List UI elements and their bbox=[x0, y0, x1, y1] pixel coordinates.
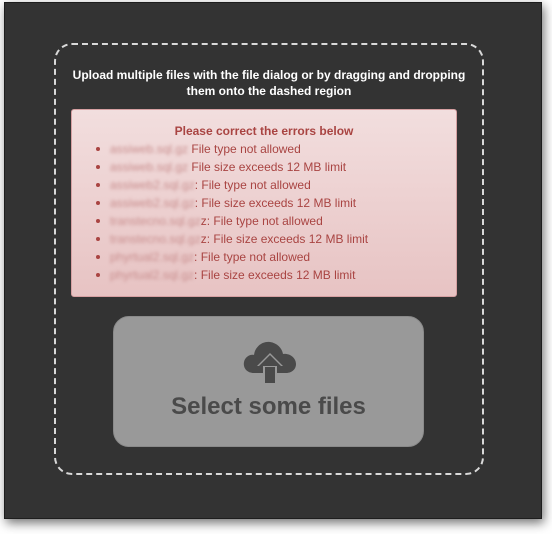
error-message: z: File type not allowed bbox=[200, 214, 323, 228]
error-filename: assiweb2.sql.gz bbox=[110, 196, 195, 210]
error-item: transtecno.sql.gzz: File size exceeds 12… bbox=[96, 230, 446, 248]
drop-zone[interactable]: Upload multiple files with the file dial… bbox=[54, 43, 484, 475]
error-item: assiweb2.sql.gz: File size exceeds 12 MB… bbox=[96, 194, 446, 212]
upload-window: Upload multiple files with the file dial… bbox=[4, 2, 542, 519]
error-item: assiweb2.sql.gz: File type not allowed bbox=[96, 176, 446, 194]
error-message: File size exceeds 12 MB limit bbox=[188, 160, 347, 174]
error-item: transtecno.sql.gzz: File type not allowe… bbox=[96, 212, 446, 230]
error-message: : File type not allowed bbox=[194, 178, 311, 192]
error-title: Please correct the errors below bbox=[174, 124, 354, 138]
error-filename: assiweb.sql.gz bbox=[110, 160, 189, 174]
error-list: assiweb.sql.gz File type not allowed ass… bbox=[82, 140, 446, 284]
error-filename: transtecno.sql.gz bbox=[110, 232, 201, 246]
select-files-label: Select some files bbox=[171, 393, 366, 420]
error-message: z: File size exceeds 12 MB limit bbox=[200, 232, 369, 246]
cloud-upload-icon bbox=[243, 341, 296, 383]
error-filename: assiweb.sql.gz bbox=[110, 142, 189, 156]
error-item: phyrtual2.sql.gz: File size exceeds 12 M… bbox=[96, 266, 446, 284]
error-filename: assiweb2.sql.gz bbox=[110, 178, 195, 192]
error-item: assiweb.sql.gz File type not allowed bbox=[96, 140, 446, 158]
error-message: : File size exceeds 12 MB limit bbox=[194, 196, 357, 210]
error-filename: phyrtual2.sql.gz bbox=[110, 268, 195, 282]
error-alert: Please correct the errors below assiweb.… bbox=[71, 109, 457, 297]
upload-instructions: Upload multiple files with the file dial… bbox=[72, 68, 466, 98]
error-item: phyrtual2.sql.gz: File type not allowed bbox=[96, 248, 446, 266]
error-message: File type not allowed bbox=[188, 142, 301, 156]
error-filename: transtecno.sql.gz bbox=[110, 214, 201, 228]
error-message: : File type not allowed bbox=[194, 250, 311, 264]
error-item: assiweb.sql.gz File size exceeds 12 MB l… bbox=[96, 158, 446, 176]
select-files-button[interactable]: Select some files bbox=[113, 316, 424, 447]
error-message: : File size exceeds 12 MB limit bbox=[194, 268, 356, 282]
error-filename: phyrtual2.sql.gz bbox=[110, 250, 195, 264]
